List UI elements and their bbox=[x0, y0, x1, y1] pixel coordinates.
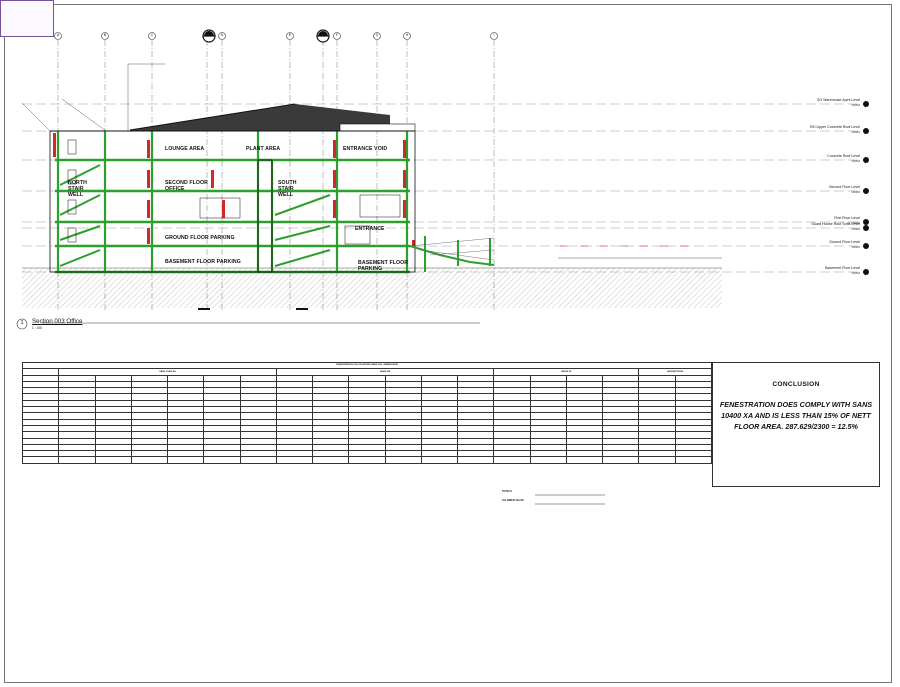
table-cell bbox=[166, 456, 205, 464]
section-number: 1 bbox=[20, 320, 24, 326]
grid-bubbles bbox=[54, 32, 498, 40]
leader-lines bbox=[21, 63, 165, 132]
section-title: Section 003 Office bbox=[32, 318, 83, 325]
drawing-sheet: ABCDEFGHI SO Warehouse Apex Level 00000 SS… bbox=[0, 0, 900, 687]
table-cell bbox=[275, 456, 314, 464]
level-label: Second Floor Level bbox=[829, 185, 860, 189]
room-plant-area: PLANT AREA bbox=[246, 146, 281, 152]
table-cell bbox=[130, 456, 169, 464]
level-label: First Floor Level bbox=[834, 216, 860, 220]
room-lounge-area: LOUNGE AREA bbox=[165, 146, 205, 152]
ramp bbox=[409, 236, 495, 272]
table-cell bbox=[239, 456, 277, 464]
conclusion-title: CONCLUSION bbox=[772, 381, 820, 388]
grid-label: G bbox=[375, 33, 379, 37]
room-entrance-void: ENTRANCE VOID bbox=[343, 146, 388, 152]
section-drawing bbox=[21, 29, 869, 324]
table-cell bbox=[565, 456, 604, 464]
level-rl: 00000 bbox=[851, 130, 860, 134]
level-rl: 00000 bbox=[851, 227, 860, 231]
level-rl: 00000 bbox=[851, 159, 860, 163]
table-cell bbox=[420, 456, 459, 464]
fenestration-table: FENESTRATION CALCULATIONS SANS 204 - WAR… bbox=[21, 361, 712, 464]
level-label: Concrete Roof Level bbox=[827, 154, 860, 158]
room-north-stair-well: NORTH STAIR WELL bbox=[68, 180, 87, 198]
room-second-floor-office: SECOND FLOOR OFFICE bbox=[165, 180, 208, 192]
table-cell bbox=[529, 456, 567, 464]
roof bbox=[50, 103, 416, 132]
room-south-stair-well: SOUTH STAIR WELL bbox=[278, 180, 297, 198]
conclusion-box: CONCLUSION FENESTRATION DOES COMPLY WITH… bbox=[712, 362, 880, 487]
room-basement-floor-parking-right: BASEMENT FLOOR PARKING bbox=[358, 260, 409, 272]
level-label: Basement Floor Level bbox=[825, 266, 860, 270]
level-label: Ground Floor Level bbox=[829, 240, 860, 244]
table-cell bbox=[674, 456, 712, 464]
level-label: SSI Upper Concrete Roof Level bbox=[809, 125, 860, 129]
level-rl: 00000 bbox=[851, 103, 860, 107]
level-rl: 00000 bbox=[851, 245, 860, 249]
table-row bbox=[21, 456, 712, 464]
totals-lines bbox=[535, 494, 605, 505]
totals-label: TOTALS bbox=[502, 490, 512, 493]
floor-slabs bbox=[55, 158, 410, 274]
grid-label: I bbox=[493, 33, 495, 37]
table-cell bbox=[94, 456, 132, 464]
section-scale: 1 : 100 bbox=[32, 326, 42, 330]
table-cell bbox=[638, 456, 676, 464]
grid-label: E bbox=[288, 33, 292, 37]
room-entrance: ENTRANCE bbox=[355, 226, 385, 232]
room-ground-floor-parking: GROUND FLOOR PARKING bbox=[165, 235, 235, 241]
level-label: SO Warehouse Apex Level bbox=[816, 98, 860, 102]
grid-label: H bbox=[405, 33, 409, 37]
table-cell bbox=[456, 456, 495, 464]
level-rl: 00000 bbox=[851, 271, 860, 275]
allowed-value-label: ALLOWED VALUE bbox=[502, 499, 524, 502]
table-cell bbox=[58, 456, 96, 464]
grid-label: B bbox=[103, 33, 107, 37]
table-cell bbox=[311, 456, 350, 464]
conclusion-text: FENESTRATION DOES COMPLY WITH SANS 10400… bbox=[719, 400, 873, 431]
level-rl: 00000 bbox=[851, 190, 860, 194]
grid-label: C bbox=[150, 33, 154, 37]
level-markers bbox=[863, 101, 869, 275]
grid-label: F bbox=[335, 33, 339, 37]
table-cell bbox=[601, 456, 640, 464]
room-basement-floor-parking: BASEMENT FLOOR PARKING bbox=[165, 259, 241, 265]
table-cell bbox=[348, 456, 386, 464]
table-cell bbox=[384, 456, 422, 464]
table-cell bbox=[21, 456, 60, 464]
level-label: Guard House Roof Soffit Level bbox=[811, 222, 860, 226]
grid-label: A bbox=[56, 33, 60, 37]
grid-label: D bbox=[220, 33, 224, 37]
table-cell bbox=[203, 456, 241, 464]
table-cell bbox=[493, 456, 531, 464]
columns bbox=[56, 131, 409, 272]
